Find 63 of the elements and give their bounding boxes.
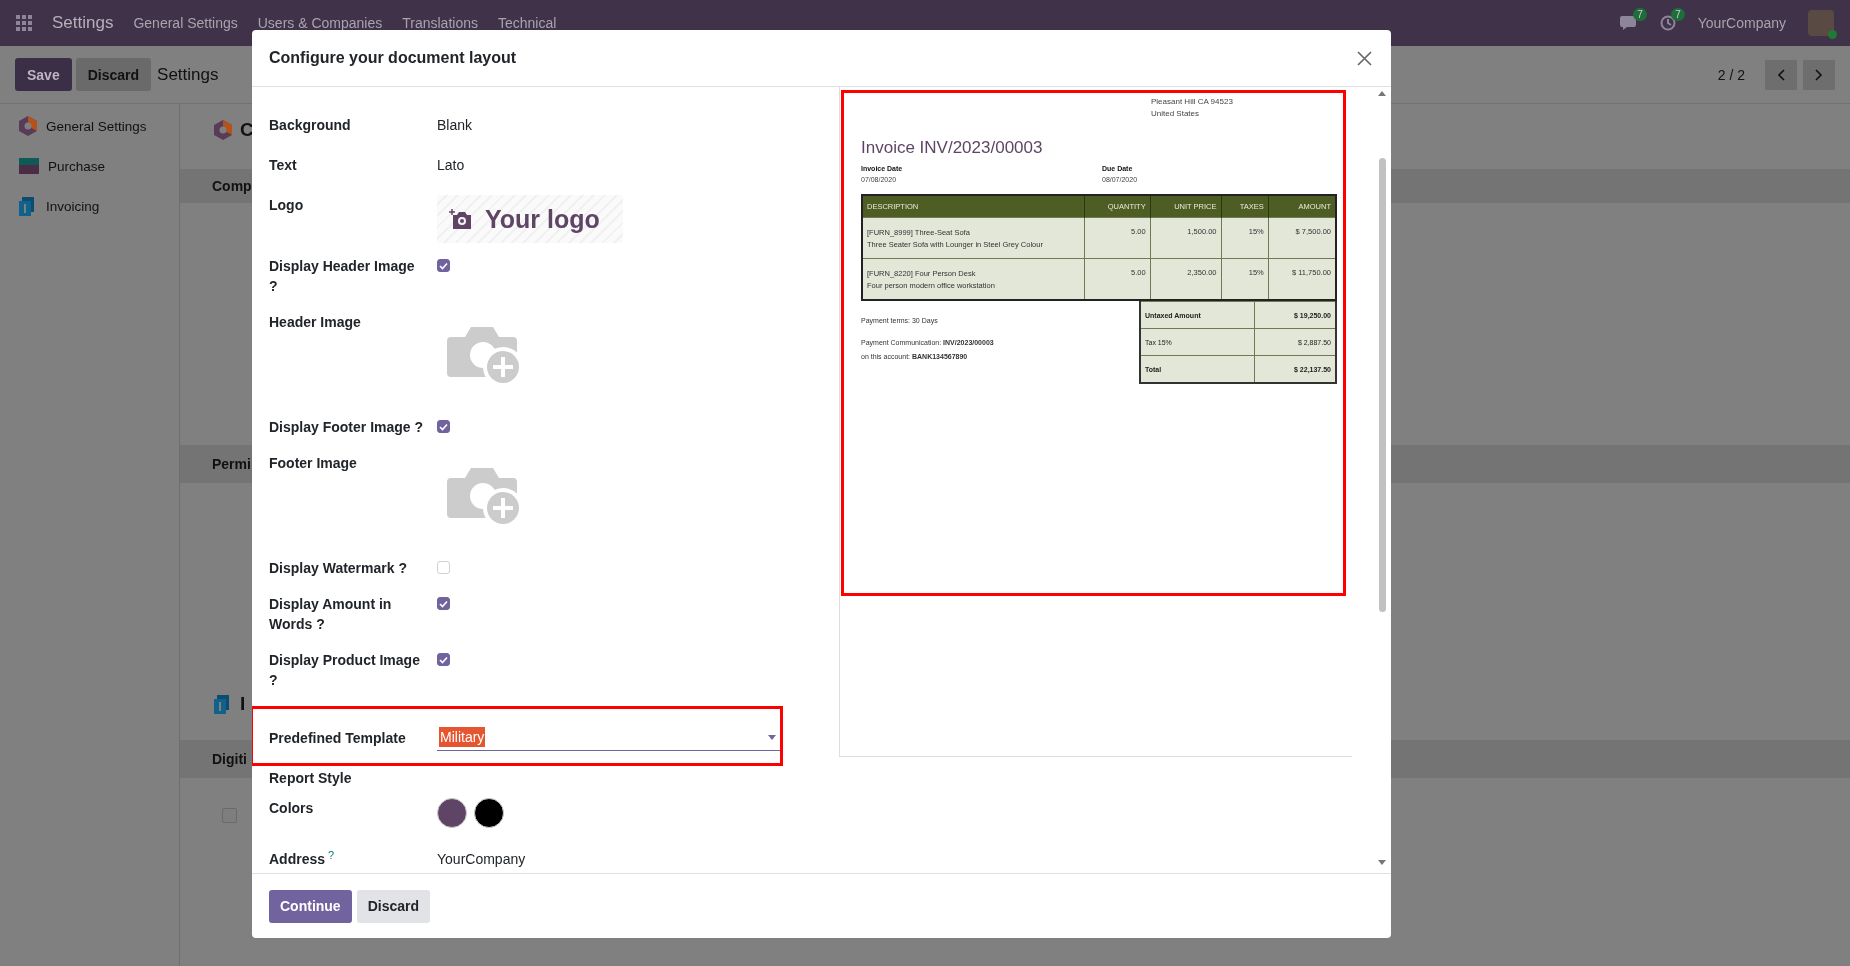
pager-text: 2 / 2 — [1717, 66, 1745, 83]
hexagon-icon — [19, 116, 37, 136]
logo-text: Your logo — [485, 204, 600, 234]
next-button[interactable] — [1803, 59, 1835, 90]
sidebar-item[interactable]: General Settings — [0, 106, 179, 146]
checkbox[interactable] — [437, 653, 450, 666]
scroll-down-icon[interactable] — [1378, 860, 1386, 865]
camera-icon — [449, 208, 473, 230]
field-label: Footer Image — [269, 454, 358, 473]
close-button[interactable] — [1355, 48, 1374, 68]
field-label: Display Footer Image ? — [269, 418, 425, 437]
count-badge: 7 — [1671, 8, 1685, 21]
hexagon-icon — [214, 120, 232, 140]
checkbox[interactable] — [437, 420, 450, 433]
field-label: Display Product Image ? — [269, 651, 421, 690]
count-badge: 7 — [1633, 8, 1647, 21]
field-label: Display Amount in Words ? — [269, 595, 393, 634]
discard-button[interactable]: Discard — [75, 58, 152, 91]
chat-icon[interactable] — [1619, 15, 1638, 31]
field-value: YourCompany — [437, 850, 527, 869]
continue-button[interactable]: Continue — [269, 889, 352, 923]
address-line: United States — [1151, 108, 1201, 120]
scroll-up-icon[interactable] — [1378, 91, 1386, 96]
menu-item[interactable]: Translations — [402, 15, 478, 31]
template-select[interactable]: Military — [437, 724, 780, 751]
company-name[interactable]: YourCompany — [1697, 15, 1786, 31]
stacked-bars-icon — [19, 158, 39, 174]
document-icon — [214, 694, 232, 714]
field-label: Background — [269, 116, 352, 135]
app-name[interactable]: Settings — [52, 13, 114, 33]
field-value: Blank — [437, 116, 474, 135]
document-icon — [19, 196, 37, 216]
chevron-left-icon — [1777, 68, 1785, 81]
discard-button[interactable]: Discard — [356, 889, 430, 923]
save-button[interactable]: Save — [15, 58, 72, 91]
scrollbar[interactable] — [1377, 91, 1387, 865]
dialog-title: Configure your document layout — [269, 49, 517, 67]
color-swatch[interactable] — [437, 798, 467, 828]
menu-item[interactable]: General Settings — [133, 15, 238, 31]
checkbox[interactable] — [437, 597, 450, 610]
menu-item[interactable]: Users & Companies — [257, 15, 383, 31]
select-value: Military — [439, 727, 486, 747]
previous-button[interactable] — [1765, 59, 1797, 90]
address-line: Pleasant Hill CA 94523 — [1151, 96, 1234, 108]
menu-item[interactable]: Technical — [498, 15, 557, 31]
section-title: C — [240, 119, 254, 141]
color-swatch[interactable] — [474, 798, 504, 828]
field-label: Header Image — [269, 313, 362, 332]
logo-upload[interactable]: Your logo — [437, 195, 623, 243]
clock-icon[interactable] — [1659, 15, 1676, 31]
sidebar-item[interactable]: Purchase — [0, 146, 179, 186]
checkbox[interactable] — [437, 259, 450, 272]
sidebar-item[interactable]: Invoicing — [0, 186, 179, 226]
field-label: Display Header Image ? — [269, 257, 416, 296]
page-title: Settings — [157, 64, 219, 85]
field-label: Address — [269, 850, 326, 869]
app-grid-icon[interactable] — [16, 15, 32, 31]
help-mark[interactable]: ? — [328, 849, 335, 861]
field-label: Colors — [269, 799, 315, 818]
field-label: Display Watermark ? — [269, 559, 408, 578]
section-title: I — [240, 693, 246, 715]
chevron-right-icon — [1815, 68, 1823, 81]
invoice-title: Invoice INV/2023/00003 — [861, 138, 1044, 158]
